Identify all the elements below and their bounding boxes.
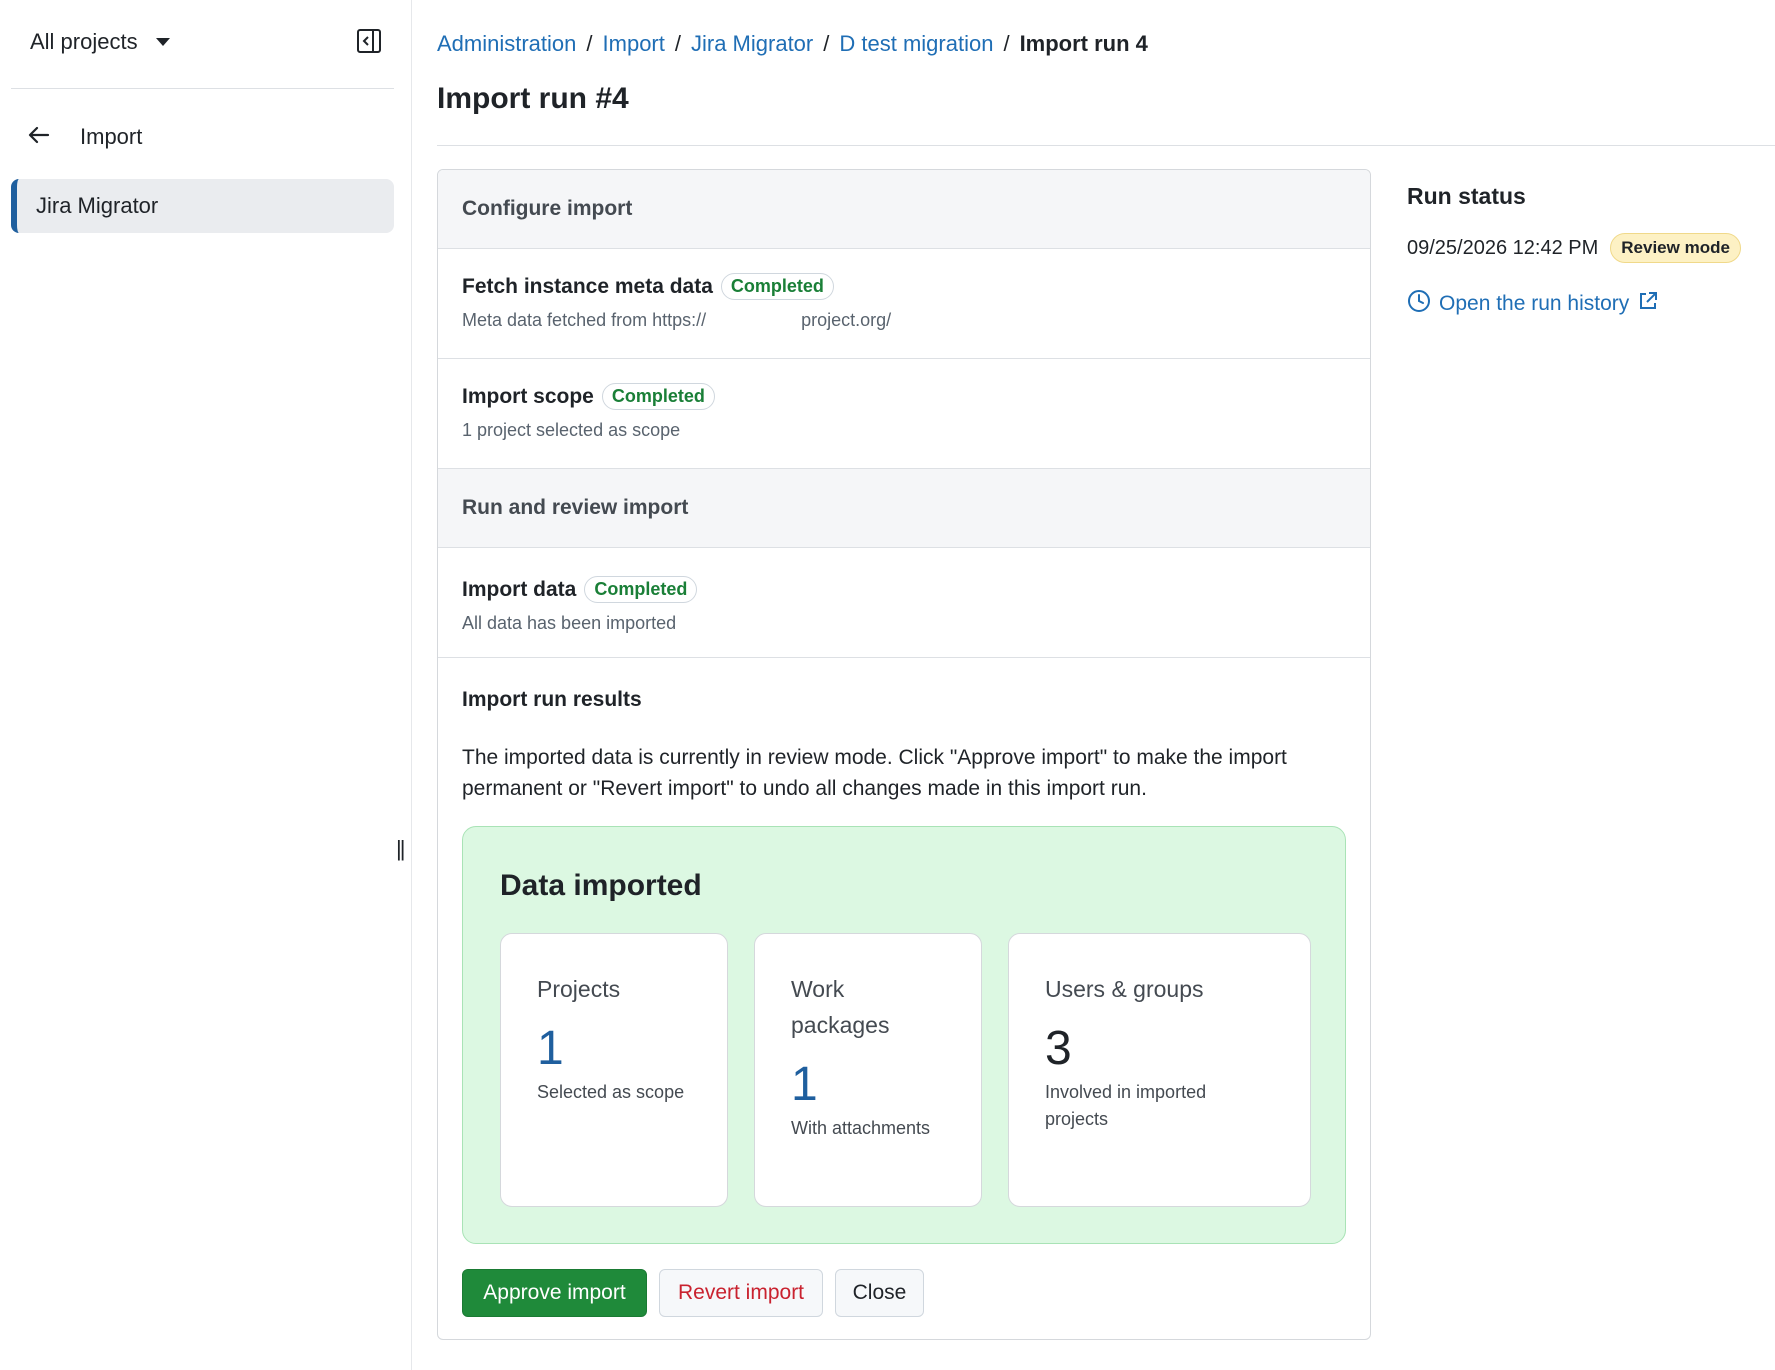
sidebar-item-label: Jira Migrator (36, 193, 159, 218)
clock-icon (1407, 289, 1431, 319)
run-history-label: Open the run history (1439, 292, 1630, 315)
status-badge: Completed (720, 273, 834, 300)
import-data-step: Import data Completed All data has been … (438, 548, 1370, 658)
breadcrumb-jira-migrator[interactable]: Jira Migrator (691, 31, 813, 57)
breadcrumb: Administration / Import / Jira Migrator … (437, 31, 1148, 57)
projects-card: Projects 1 Selected as scope (500, 933, 728, 1207)
data-imported-box: Data imported Projects 1 Selected as sco… (462, 826, 1346, 1244)
project-selector-label: All projects (30, 29, 138, 54)
step-title: Fetch instance meta data (462, 274, 713, 298)
status-badge: Completed (584, 576, 698, 603)
breadcrumb-separator: / (1003, 31, 1010, 56)
meta-url-suffix: project.org/ (801, 310, 892, 330)
users-groups-card: Users & groups 3 Involved in imported pr… (1008, 933, 1311, 1207)
sidebar: All projects Import Jira Migrator || (0, 0, 412, 1370)
import-scope-step: Import scope Completed 1 project selecte… (438, 359, 1370, 469)
run-review-heading: Run and review import (438, 469, 1370, 548)
results-title: Import run results (462, 688, 642, 711)
breadcrumb-separator: / (674, 31, 681, 56)
run-datetime: 09/25/2026 12:42 PM (1407, 236, 1599, 259)
review-mode-badge: Review mode (1610, 233, 1741, 263)
step-description: Meta data fetched from https:// project.o… (462, 310, 1370, 331)
breadcrumb-administration[interactable]: Administration (437, 31, 576, 57)
close-button[interactable]: Close (835, 1269, 924, 1317)
step-description: 1 project selected as scope (462, 420, 681, 440)
breadcrumb-current: Import run 4 (1019, 31, 1148, 56)
data-imported-title: Data imported (500, 869, 702, 902)
run-status-row: 09/25/2026 12:42 PM Review mode (1407, 233, 1741, 263)
configure-import-heading: Configure import (438, 170, 1370, 249)
card-description: Involved in imported projects (1045, 1082, 1207, 1129)
card-value: 3 (1045, 1022, 1072, 1075)
caret-down-icon (155, 38, 170, 46)
card-value: 1 (791, 1058, 818, 1111)
sidebar-item-jira-migrator[interactable]: Jira Migrator (11, 179, 394, 233)
breadcrumb-separator: / (823, 31, 830, 56)
card-description: With attachments (791, 1118, 931, 1138)
card-label: Work packages (791, 976, 890, 1038)
status-badge: Completed (601, 383, 715, 410)
back-label: Import (80, 124, 143, 149)
sidebar-header: All projects (11, 0, 394, 89)
external-link-icon (1637, 290, 1659, 318)
redacted-area (706, 314, 802, 329)
step-title: Import scope (462, 384, 594, 408)
open-run-history-link[interactable]: Open the run history (1407, 289, 1659, 319)
arrow-left-icon (28, 126, 50, 149)
import-run-panel: Configure import Fetch instance meta dat… (437, 169, 1371, 1340)
results-description: The imported data is currently in review… (462, 746, 1287, 800)
card-label: Projects (537, 976, 621, 1002)
step-description: All data has been imported (462, 613, 677, 633)
resize-handle-icon[interactable]: || (396, 836, 406, 862)
collapse-sidebar-icon[interactable] (356, 28, 382, 54)
breadcrumb-separator: / (586, 31, 593, 56)
fetch-meta-step: Fetch instance meta data Completed Meta … (438, 249, 1370, 359)
meta-url-prefix: Meta data fetched from https:// (462, 310, 707, 330)
work-packages-card: Work packages 1 With attachments (754, 933, 982, 1207)
revert-import-button[interactable]: Revert import (659, 1269, 823, 1317)
project-selector[interactable]: All projects (30, 29, 170, 55)
approve-import-button[interactable]: Approve import (462, 1269, 647, 1317)
back-to-import-link[interactable]: Import (28, 124, 142, 150)
step-title: Import data (462, 577, 577, 601)
card-label: Users & groups (1045, 976, 1204, 1002)
page-title: Import run #4 (437, 82, 629, 115)
card-value: 1 (537, 1022, 564, 1075)
run-status-title: Run status (1407, 183, 1526, 209)
card-description: Selected as scope (537, 1082, 685, 1102)
breadcrumb-d-test-migration[interactable]: D test migration (839, 31, 993, 57)
breadcrumb-import[interactable]: Import (603, 31, 665, 57)
title-divider (437, 145, 1775, 146)
